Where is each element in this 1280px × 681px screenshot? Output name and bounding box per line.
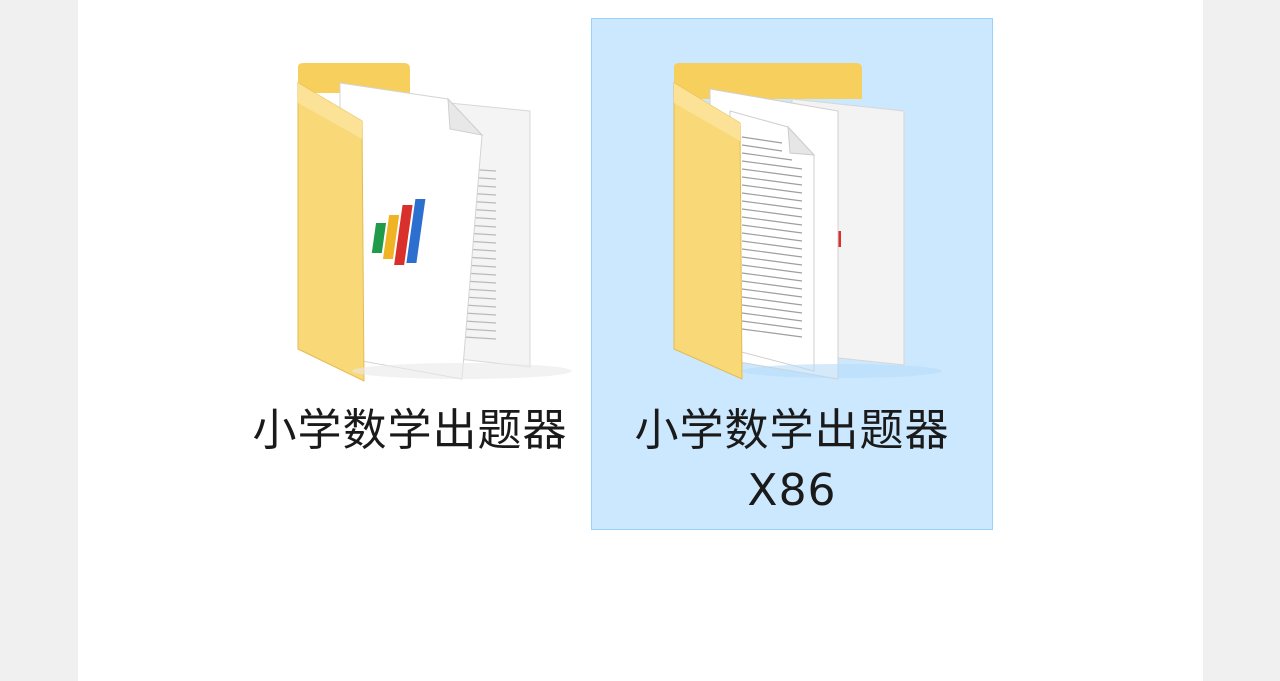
left-margin (0, 0, 78, 681)
folder-name-label: 小学数学出题器 X86 (592, 401, 992, 521)
right-margin (1203, 0, 1280, 681)
folder-item[interactable]: 小学数学出题器 (211, 18, 609, 530)
folder-name-label: 小学数学出题器 (212, 401, 608, 461)
folder-name-text-line2: X86 (747, 465, 837, 516)
window-frame: 小学数学出题器 小学数学出题器 X86 (0, 0, 1280, 681)
folder-item-selected[interactable]: 小学数学出题器 X86 (591, 18, 993, 530)
file-view[interactable]: 小学数学出题器 小学数学出题器 X86 (78, 0, 1203, 681)
folder-name-text: 小学数学出题器 (252, 405, 568, 456)
folder-with-documents-icon (673, 63, 942, 380)
folder-name-text-line1: 小学数学出题器 (634, 405, 950, 456)
folder-with-app-icon (297, 63, 572, 382)
